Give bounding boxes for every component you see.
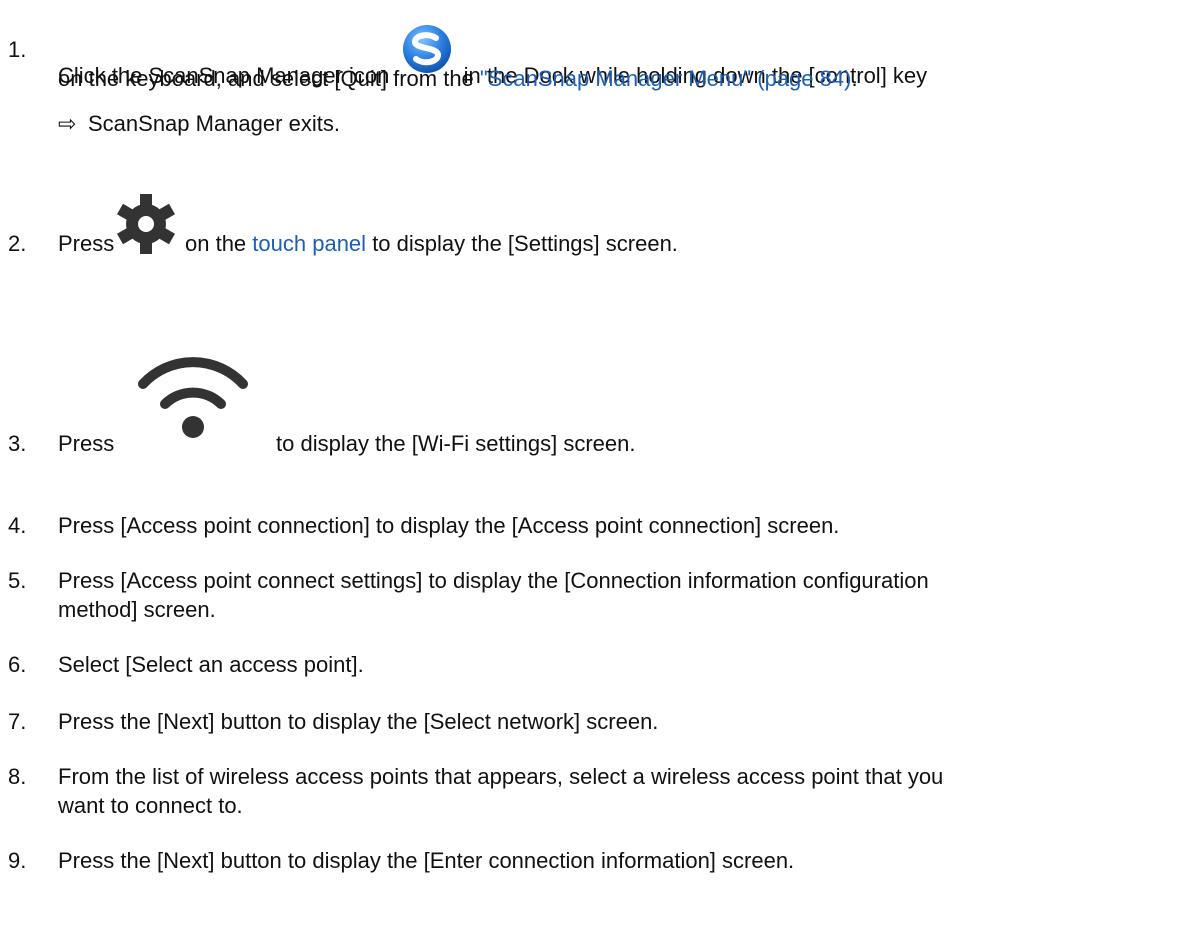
step-text: want to connect to. <box>58 793 243 818</box>
step-text: on the keyboard, and select [Quit] from … <box>58 66 474 91</box>
step-1-result: ⇨ ScanSnap Manager exits. <box>58 111 340 137</box>
step-text: method] screen. <box>58 597 216 622</box>
step-number: 4. <box>8 513 27 538</box>
step-text: to display the [Wi-Fi settings] screen. <box>276 431 636 456</box>
step-text: to display the [Settings] screen. <box>372 231 678 256</box>
step-text: Press the [Next] button to display the [… <box>58 709 659 734</box>
step-text: Press <box>58 231 115 256</box>
step-number: 8. <box>8 764 27 789</box>
result-text: ScanSnap Manager exits. <box>88 111 340 136</box>
scansnap-manager-icon <box>398 23 456 73</box>
gear-icon <box>116 193 176 261</box>
step-number: 1. <box>8 37 27 62</box>
step-number: 2. <box>8 231 27 256</box>
step-text: on the <box>185 231 247 256</box>
result-arrow-icon: ⇨ <box>58 111 77 136</box>
step-2-text: on the touch panel to display the [Setti… <box>185 231 678 257</box>
step-text: From the list of wireless access points … <box>58 764 944 789</box>
step-number: 5. <box>8 568 27 593</box>
scansnap-manager-menu-link[interactable]: "ScanSnap Manager Menu" (page 84) <box>480 66 852 91</box>
step-text: Press [Access point connection] to displ… <box>58 513 840 538</box>
step-text: Press the [Next] button to display the [… <box>58 848 795 873</box>
step-text: Select [Select an access point]. <box>58 652 364 677</box>
wifi-icon <box>135 338 251 444</box>
step-text: . <box>851 66 858 91</box>
step-text: Press <box>58 431 115 456</box>
step-number: 3. <box>8 431 27 456</box>
touch-panel-link[interactable]: touch panel <box>252 231 366 256</box>
step-number: 6. <box>8 652 27 677</box>
step-text: Press [Access point connect settings] to… <box>58 568 929 593</box>
step-number: 7. <box>8 709 27 734</box>
step-number: 9. <box>8 848 27 873</box>
step-1-line-2: on the keyboard, and select [Quit] from … <box>58 66 858 92</box>
